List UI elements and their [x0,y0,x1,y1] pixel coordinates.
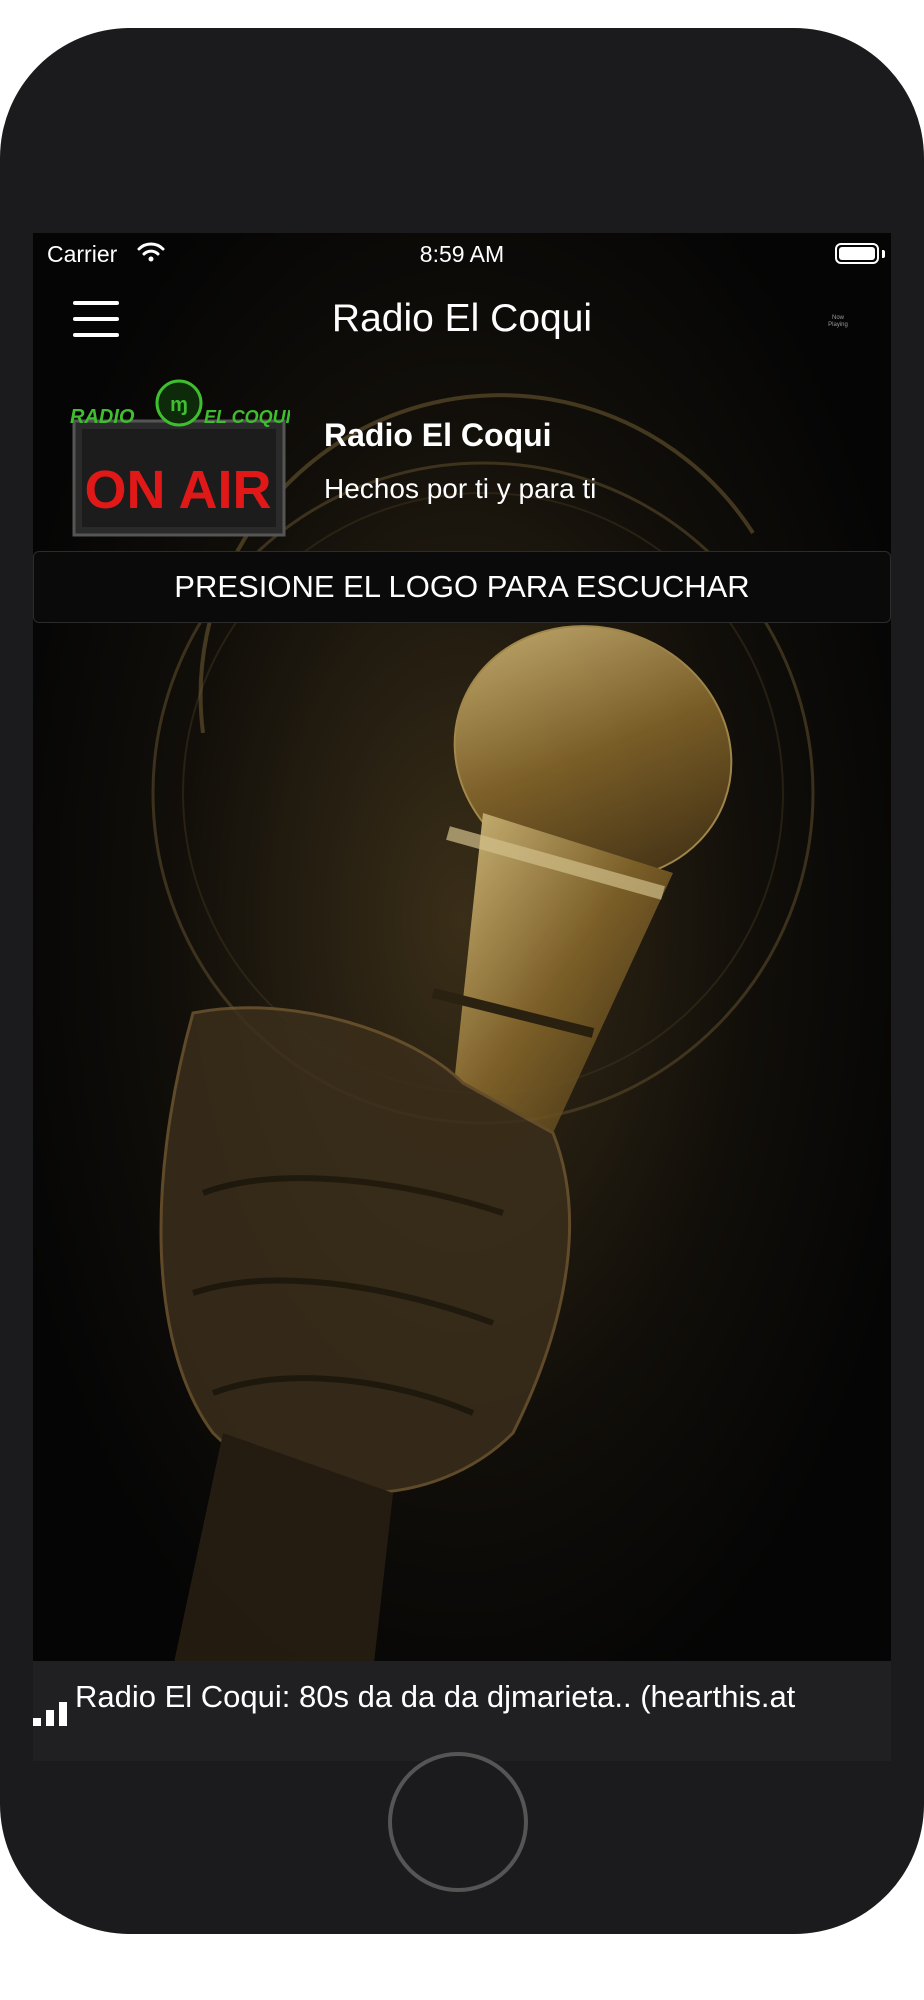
status-bar: Carrier 8:59 AM [33,233,891,275]
station-header: ON AIR ɱ RADIO EL COQUI Radio El Coqui H… [33,373,891,543]
app-screen: Carrier 8:59 AM Radio El Coqui Now Playi… [33,233,891,1761]
station-logo-button[interactable]: ON AIR ɱ RADIO EL COQUI [68,373,290,538]
battery-icon [835,243,879,264]
home-button[interactable] [388,1752,528,1892]
now-playing-track: Radio El Coqui: 80s da da da djmarieta..… [75,1679,796,1714]
station-tagline: Hechos por ti y para ti [324,473,597,504]
logo-onair-text: ON AIR [85,460,272,520]
logo-elcoqui-text: EL COQUI [204,407,290,427]
battery-nub [882,250,885,258]
station-name: Radio El Coqui [324,417,552,453]
equalizer-icon [33,1696,73,1726]
logo-radio-text: RADIO [70,406,135,428]
page-title: Radio El Coqui [331,297,593,340]
clock: 8:59 AM [419,241,505,267]
phone-frame: Carrier 8:59 AM Radio El Coqui Now Playi… [0,28,924,1934]
svg-text:ɱ: ɱ [170,394,188,416]
listen-instruction-banner: PRESIONE EL LOGO PARA ESCUCHAR [33,551,891,623]
now-playing-bar[interactable]: Radio El Coqui: 80s da da da djmarieta..… [33,1661,891,1761]
navigation-bar: Radio El Coqui Now Playing [33,275,891,365]
now-playing-button[interactable]: Now Playing [823,315,853,329]
